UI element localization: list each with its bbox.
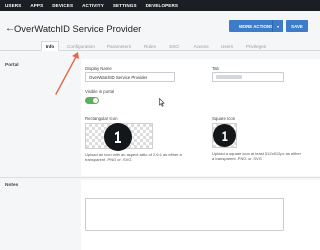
display-name-label: Display Name (85, 66, 112, 71)
tab-select-value (216, 75, 242, 79)
tab-parameters[interactable]: Parameters (103, 41, 135, 51)
tab-info[interactable]: Info (41, 41, 59, 51)
rectangular-icon-help: Upload an icon with an aspect-ratio of 2… (85, 152, 182, 162)
nav-activity[interactable]: ACTIVITY (82, 3, 104, 8)
portal-section-label: Portal (5, 63, 19, 68)
rectangular-icon-label: Rectangular Icon (85, 116, 118, 121)
tab-rules[interactable]: Rules (140, 41, 160, 51)
tab-configuration[interactable]: Configuration (62, 41, 100, 51)
tab-users[interactable]: Users (216, 41, 238, 51)
onelogin-logo-icon (213, 124, 236, 147)
display-name-input[interactable]: OverWatchID Service Provider (85, 72, 175, 82)
section-divider (0, 177, 320, 178)
page-header: ← OverWatchID Service Provider MORE ACTI… (0, 11, 320, 43)
toggle-knob (93, 98, 98, 103)
notes-section-label: Notes (5, 183, 19, 188)
rectangular-icon-upload[interactable] (85, 123, 153, 151)
nav-settings[interactable]: SETTINGS (113, 3, 137, 8)
visible-in-portal-toggle[interactable] (85, 97, 99, 104)
save-button[interactable]: SAVE (286, 20, 308, 32)
square-icon-help: Upload a square icon at least 512x512px … (212, 151, 301, 161)
tab-privileges[interactable]: Privileges (240, 41, 272, 51)
tab-access[interactable]: Access (189, 41, 213, 51)
top-nav: USERS APPS DEVICES ACTIVITY SETTINGS DEV… (0, 0, 320, 11)
mouse-cursor-icon (159, 98, 165, 107)
nav-devices[interactable]: DEVICES (52, 3, 73, 8)
square-icon-label: Square Icon (212, 116, 236, 121)
more-actions-dropdown[interactable]: ▾ (272, 20, 283, 32)
tab-sso[interactable]: SSO (164, 41, 184, 51)
nav-apps[interactable]: APPS (30, 3, 43, 8)
nav-developers[interactable]: DEVELOPERS (146, 3, 178, 8)
tab-select[interactable] (212, 72, 284, 82)
tab-label: Tab (212, 66, 219, 71)
notes-textarea[interactable] (85, 198, 284, 231)
tab-bar: Info Configuration Parameters Rules SSO … (0, 41, 320, 51)
onelogin-logo-icon (104, 123, 132, 151)
nav-users[interactable]: USERS (5, 3, 21, 8)
chevron-down-icon: ▾ (276, 23, 279, 29)
visible-in-portal-label: Visible in portal (85, 89, 115, 94)
page-title: OverWatchID Service Provider (14, 23, 142, 34)
square-icon-upload[interactable] (212, 123, 237, 148)
